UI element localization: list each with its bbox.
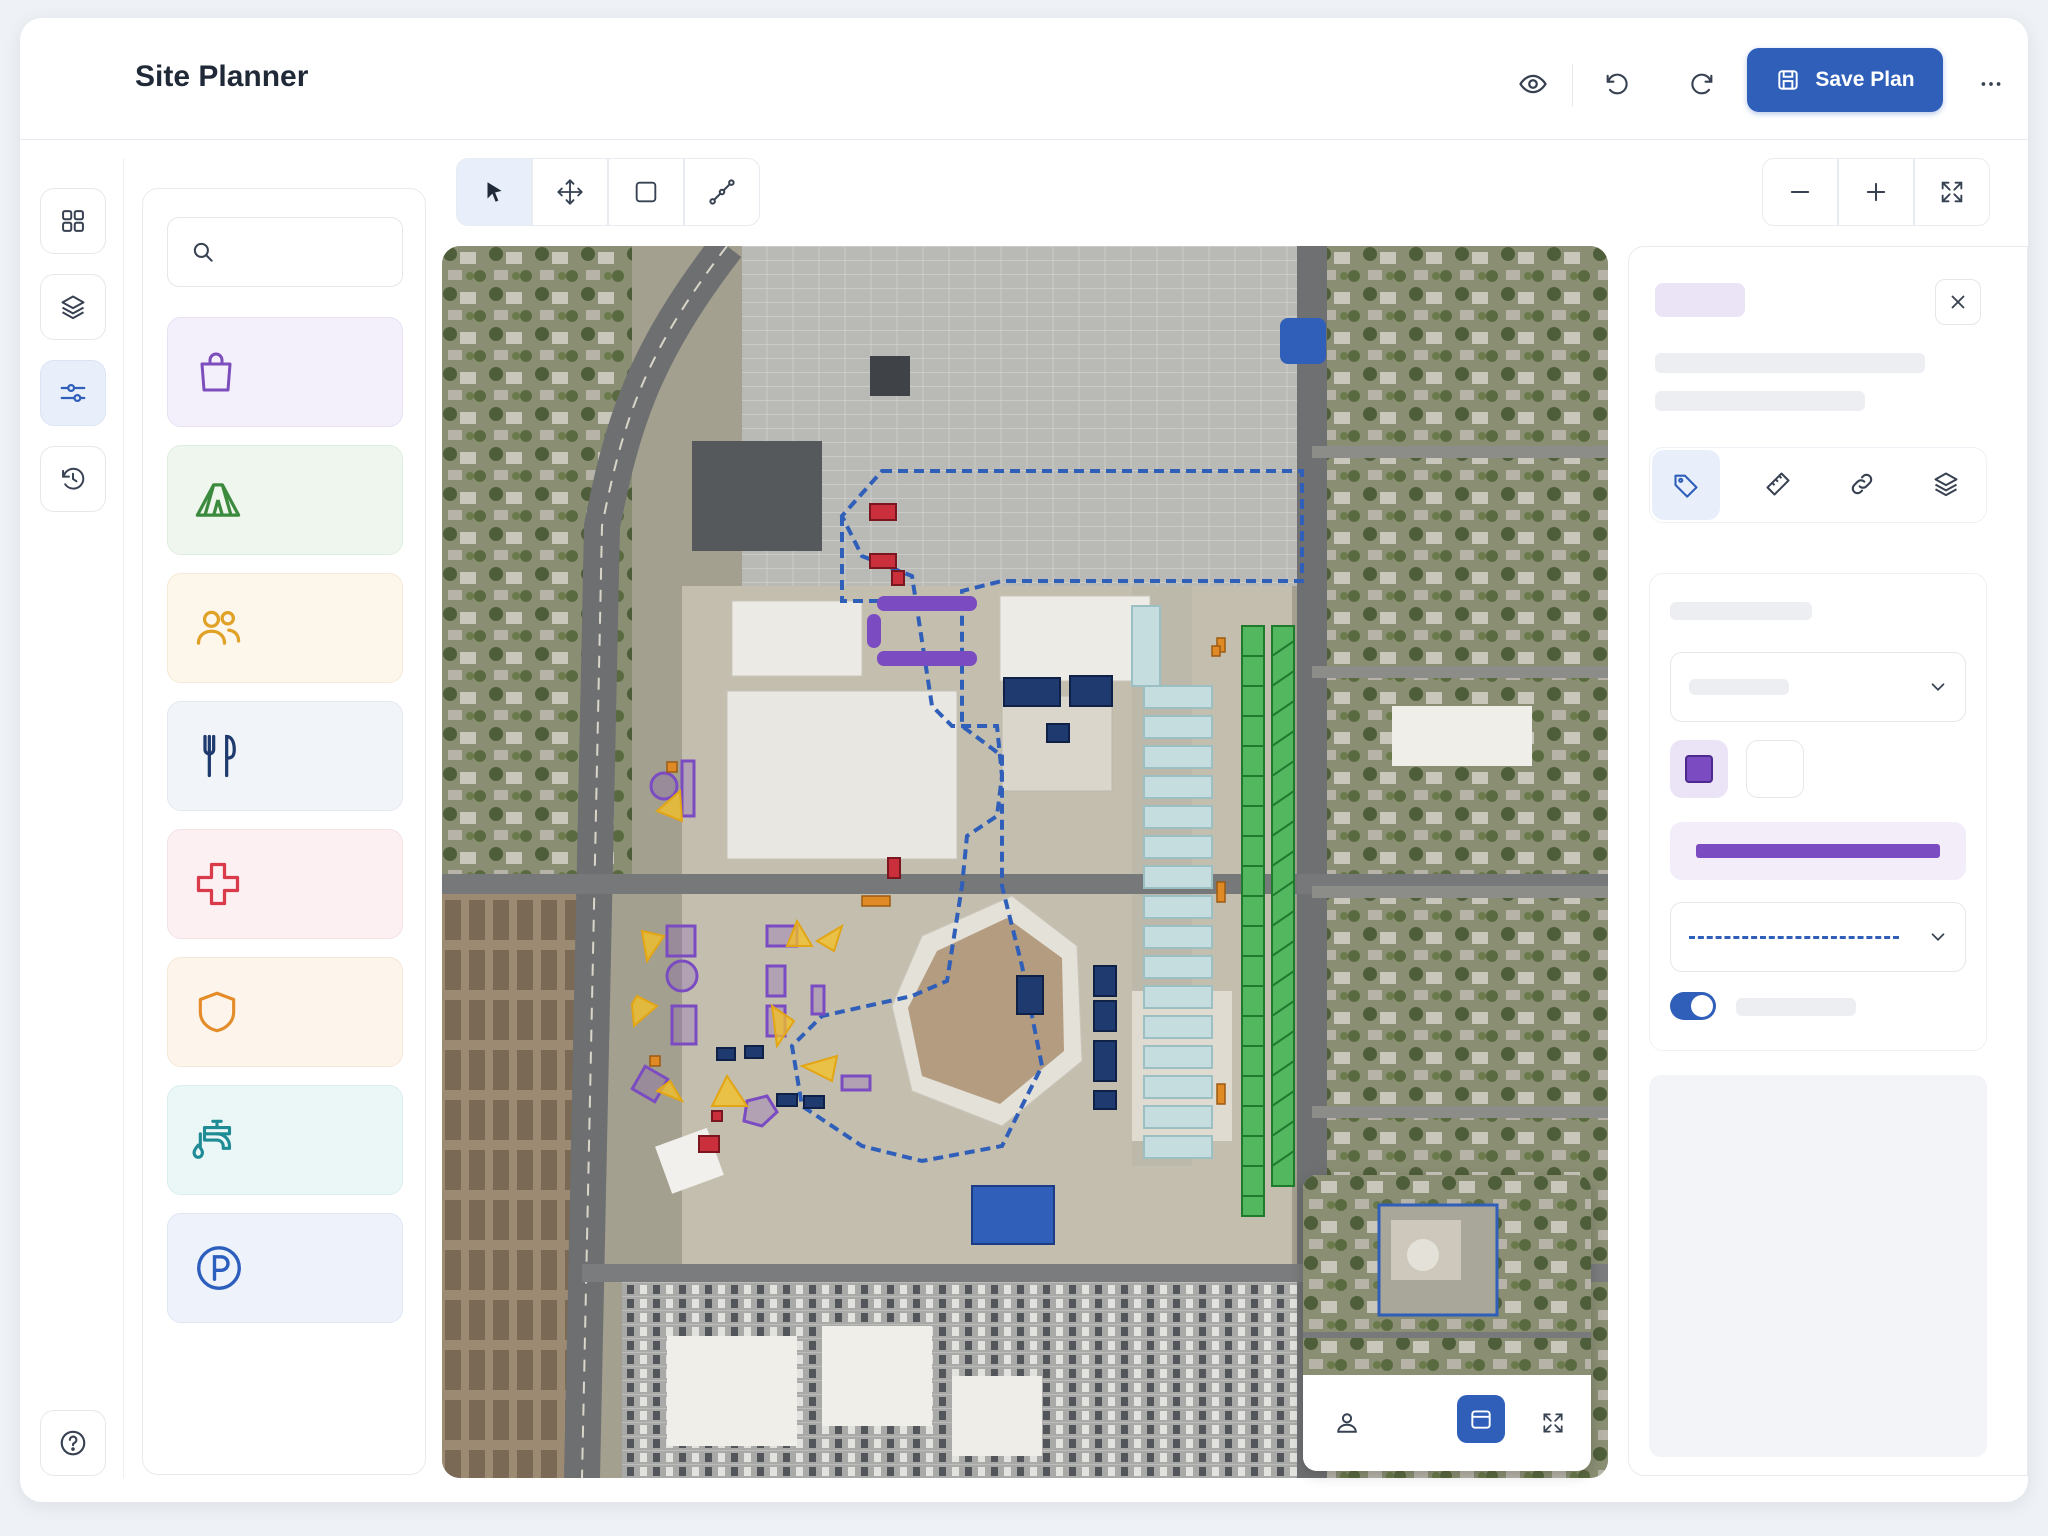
visibility-toggle[interactable] <box>1670 992 1716 1020</box>
rectangle-icon <box>635 181 657 203</box>
palette-search[interactable] <box>167 217 403 287</box>
water-tap-icon <box>192 1119 232 1159</box>
undo-button[interactable] <box>1589 56 1645 112</box>
tent-icon <box>195 483 241 517</box>
select-arrow-icon <box>487 182 502 202</box>
category-security[interactable] <box>167 957 403 1067</box>
expand-icon <box>1543 1413 1563 1433</box>
top-bar: Site Planner Save Plan <box>20 18 2028 140</box>
rectangle-tool[interactable] <box>608 158 684 226</box>
section-label-placeholder <box>1670 602 1812 620</box>
type-badge <box>1655 283 1745 317</box>
move-icon <box>557 179 583 205</box>
tab-measure[interactable] <box>1736 448 1820 520</box>
draw-toolbar <box>456 158 760 226</box>
shield-icon <box>198 991 236 1033</box>
minimap-people-button[interactable] <box>1325 1401 1369 1445</box>
line-style-select[interactable] <box>1670 902 1966 972</box>
path-tool[interactable] <box>684 158 760 226</box>
shopping-bag-icon <box>200 352 232 392</box>
rail-help-button[interactable] <box>40 1410 106 1476</box>
minimap-expand-button[interactable] <box>1531 1401 1575 1445</box>
calendar-icon <box>1471 1410 1491 1429</box>
page-title: Site Planner <box>135 60 309 93</box>
ruler-icon <box>1766 472 1790 496</box>
path-icon <box>709 179 735 205</box>
minimap-toolbar <box>1303 1375 1591 1471</box>
tag-icon <box>1674 474 1698 498</box>
user-view-icon <box>1337 1413 1357 1433</box>
category-food[interactable] <box>167 701 403 811</box>
category-people[interactable] <box>167 573 403 683</box>
more-icon <box>1981 82 2001 86</box>
category-select[interactable] <box>1670 652 1966 722</box>
category-parking[interactable] <box>167 1213 403 1323</box>
layers-icon <box>61 295 85 320</box>
save-plan-label: Save Plan <box>1815 68 1915 91</box>
preview-button[interactable] <box>1505 56 1561 112</box>
redo-icon <box>1691 73 1713 95</box>
tab-layers[interactable] <box>1904 448 1988 520</box>
object-palette <box>142 188 426 1475</box>
fork-knife-icon <box>203 734 236 778</box>
chevron-down-icon <box>1931 933 1945 941</box>
move-tool[interactable] <box>532 158 608 226</box>
more-button[interactable] <box>1963 56 2019 112</box>
sliders-icon <box>60 383 86 402</box>
search-input[interactable] <box>230 241 390 263</box>
zoom-in-button[interactable] <box>1838 158 1914 226</box>
close-panel-button[interactable] <box>1935 279 1981 325</box>
rail-grid-button[interactable] <box>40 188 106 254</box>
medical-cross-icon <box>196 862 240 906</box>
category-retail[interactable] <box>167 317 403 427</box>
minimap-calendar-button[interactable] <box>1457 1395 1505 1443</box>
redo-button[interactable] <box>1674 56 1730 112</box>
toggle-label-placeholder <box>1736 998 1856 1016</box>
grid-icon <box>62 210 84 232</box>
select-tool[interactable] <box>456 158 532 226</box>
help-icon <box>60 1430 86 1456</box>
preview-area <box>1649 1075 1987 1457</box>
chevron-down-icon <box>1931 683 1945 691</box>
rail-layers-button[interactable] <box>40 274 106 340</box>
rail-history-button[interactable] <box>40 446 106 512</box>
stroke-color-swatch[interactable] <box>1746 740 1804 798</box>
properties-panel <box>1628 246 2028 1476</box>
eye-icon <box>1519 74 1547 94</box>
people-icon <box>196 610 241 645</box>
save-plan-button[interactable]: Save Plan <box>1747 48 1943 112</box>
zoom-out-button[interactable] <box>1762 158 1838 226</box>
category-water[interactable] <box>167 1085 403 1195</box>
layers-icon <box>1934 472 1958 497</box>
zoom-out-icon <box>1790 191 1810 193</box>
subtitle-placeholder <box>1655 391 1865 411</box>
property-tabs <box>1649 447 1987 523</box>
close-icon <box>1951 295 1965 309</box>
category-tents[interactable] <box>167 445 403 555</box>
opacity-slider[interactable] <box>1670 822 1966 880</box>
category-medical[interactable] <box>167 829 403 939</box>
history-icon <box>62 467 85 490</box>
fullscreen-icon <box>1941 181 1963 203</box>
zoom-controls <box>1762 158 1990 226</box>
minimap-image <box>1303 1175 1591 1375</box>
title-placeholder <box>1655 353 1925 373</box>
rail-filters-button[interactable] <box>40 360 106 426</box>
tab-tags[interactable] <box>1652 450 1720 520</box>
style-card <box>1649 573 1987 1051</box>
fullscreen-button[interactable] <box>1914 158 1990 226</box>
minimap[interactable] <box>1303 1175 1591 1471</box>
undo-icon <box>1606 73 1628 95</box>
site-planner-window: Site Planner Save Plan <box>20 18 2028 1502</box>
parking-icon <box>197 1246 241 1290</box>
link-icon <box>1851 473 1873 495</box>
save-icon <box>1778 70 1799 90</box>
search-icon <box>193 242 213 262</box>
fill-color-swatch[interactable] <box>1670 740 1728 798</box>
zoom-in-icon <box>1866 182 1886 202</box>
tab-links[interactable] <box>1820 448 1904 520</box>
